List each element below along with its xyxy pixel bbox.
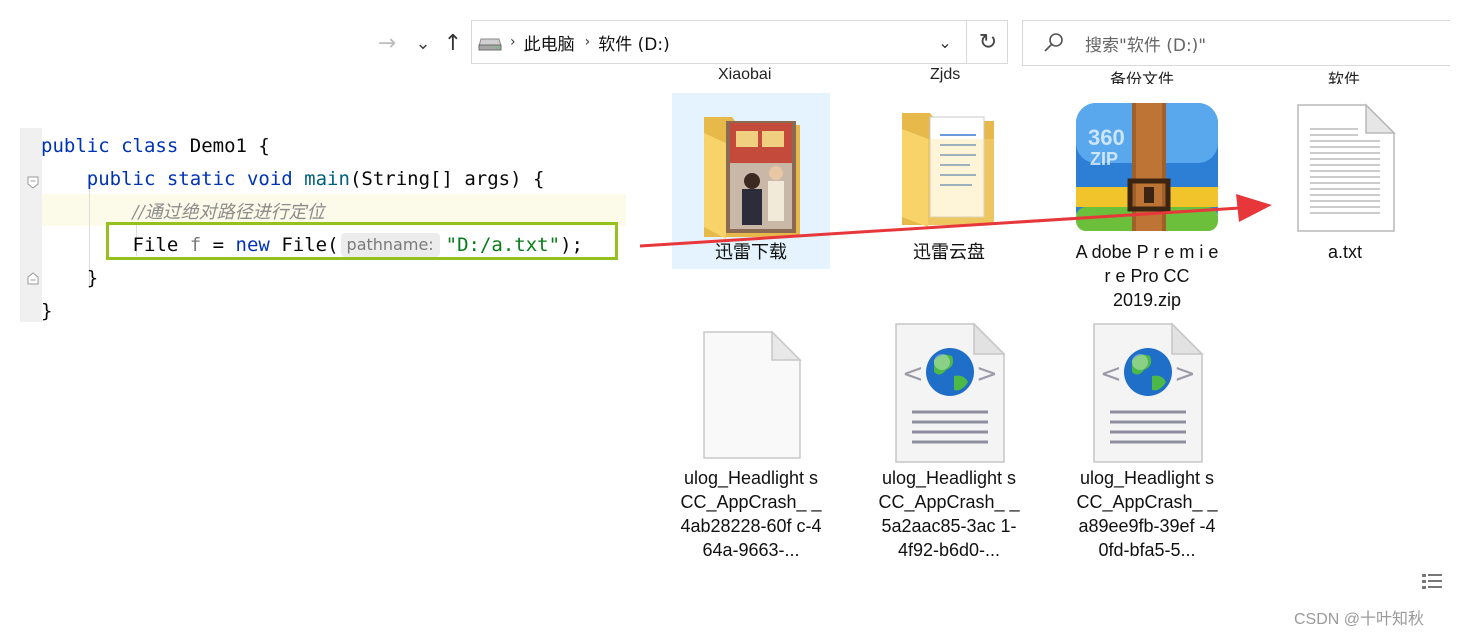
keyword: class [121,135,179,157]
file-name: A dobe P r e m i e r e Pro CC 2019.zip [1075,242,1219,310]
file-name: ulog_Headlight sCC_AppCrash_ _a89ee9fb-3… [1076,468,1218,560]
code-comment: //通过绝对路径进行定位 [132,202,325,223]
blank-file-icon [702,330,802,464]
svg-text:<: < [902,359,924,389]
svg-text:>: > [976,359,998,389]
keyword: public [41,135,110,157]
refresh-icon: ↻ [978,29,998,55]
keyword: void [246,168,293,190]
svg-text:ZIP: ZIP [1090,149,1118,169]
folder-documents-icon [900,109,1000,233]
breadcrumb-drive-d[interactable]: 软件 (D:) [598,30,670,55]
file-item-adobe-zip[interactable]: 360 ZIP A dobe P r e m i e r e Pro CC 20… [1068,93,1226,317]
breadcrumb-this-pc[interactable]: 此电脑 [524,30,575,55]
refresh-button[interactable]: ↻ [966,21,1009,63]
fold-marker-icon[interactable] [27,270,39,285]
text-file-icon [1296,103,1396,237]
file-item-ulog-2[interactable]: < > ulog_Headlight sCC_AppCrash_ _5a2aac… [870,320,1028,570]
search-box[interactable]: 搜索"软件 (D:)" [1022,20,1450,66]
fold-marker-icon[interactable] [27,174,39,189]
partial-item-label: Zjds [930,66,961,83]
chevron-down-icon: ⌄ [938,32,952,52]
svg-text:360: 360 [1088,125,1125,150]
drive-icon [478,36,502,51]
file-item-xunlei-download[interactable]: 迅雷下载 [672,93,830,269]
file-item-ulog-1[interactable]: ulog_Headlight sCC_AppCrash_ _4ab28228-6… [672,320,830,570]
svg-text:<: < [1100,359,1122,389]
watermark: CSDN @十叶知秋 [1294,611,1425,628]
code-line-5: } [41,262,98,294]
partial-item-label: 备份文件 [1110,72,1175,84]
method-params: (String[] args) { [349,168,545,190]
file-name: ulog_Headlight sCC_AppCrash_ _4ab28228-6… [680,468,822,560]
file-name: a.txt [1327,242,1362,262]
class-name: Demo1 [189,135,247,157]
file-item-ulog-3[interactable]: < > ulog_Headlight sCC_AppCrash_ _a89ee9… [1068,320,1226,570]
editor-gutter [20,128,42,322]
html-globe-file-icon: < > [894,322,1006,468]
code-line-1: public class Demo1 { [41,130,270,162]
file-name: ulog_Headlight sCC_AppCrash_ _5a2aac85-3… [878,468,1020,560]
breadcrumb-separator-icon: › [510,34,516,50]
file-item-a-txt[interactable]: a.txt [1266,93,1424,269]
keyword: public [86,168,156,190]
address-bar[interactable]: › 此电脑 › 软件 (D:) ⌄ ↻ [471,20,1008,64]
method-name: main [304,168,350,190]
details-view-icon[interactable] [1421,572,1445,594]
chevron-down-icon: ⌄ [415,32,431,54]
address-history-dropdown[interactable]: ⌄ [930,21,960,63]
file-item-xunlei-cloud[interactable]: 迅雷云盘 [870,93,1028,269]
file-name: 迅雷下载 [715,242,787,262]
svg-text:>: > [1174,359,1196,389]
folder-photo-icon [702,109,802,243]
highlight-box [106,222,618,260]
partial-item-label: 软件 [1328,72,1361,84]
keyword: static [166,168,236,190]
breadcrumb-separator-icon: › [584,34,591,50]
code-line-6: } [41,295,52,327]
recent-locations-button[interactable]: ⌄ [410,28,436,58]
arrow-up-icon: ↑ [443,30,463,56]
arrow-right-icon: → [377,30,397,56]
forward-button[interactable]: → [374,28,400,58]
partial-item-label: Xiaobai [718,66,772,83]
html-globe-file-icon: < > [1092,322,1204,468]
file-name: 迅雷云盘 [913,242,985,262]
code-line-2: public static void main(String[] args) { [41,163,545,195]
brace: { [258,135,270,157]
brace: } [86,267,99,289]
search-icon [1043,32,1065,54]
search-placeholder: 搜索"软件 (D:)" [1085,35,1207,56]
brace: } [41,300,53,322]
up-button[interactable]: ↑ [440,28,466,58]
zip-archive-360-icon: 360 ZIP [1074,101,1220,237]
